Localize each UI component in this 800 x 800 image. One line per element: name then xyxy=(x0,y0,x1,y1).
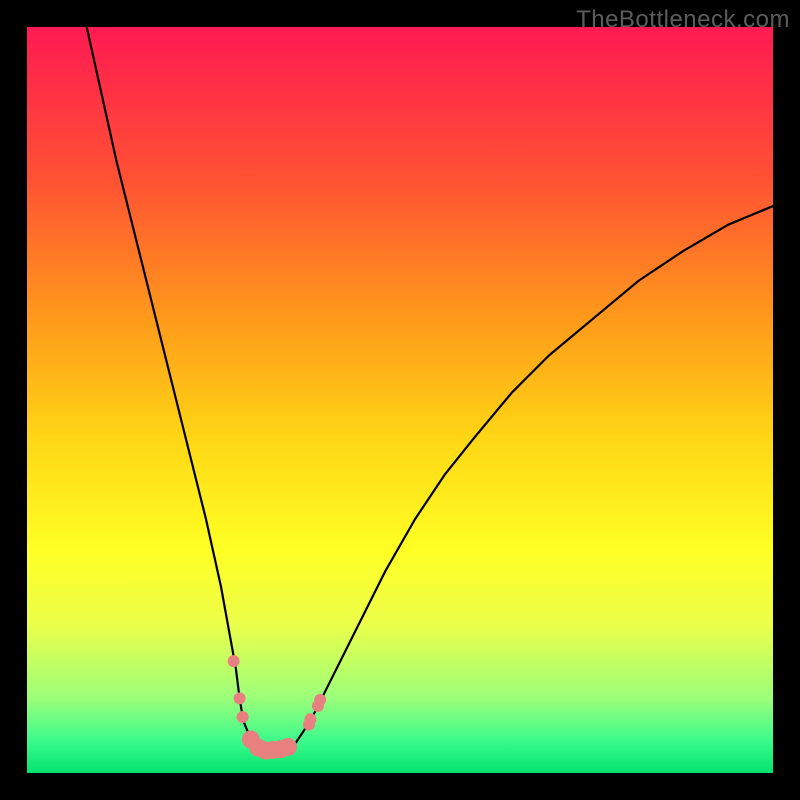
curve-marker xyxy=(237,711,249,723)
curve-marker xyxy=(228,655,240,667)
curve-marker xyxy=(234,692,246,704)
chart-plot xyxy=(27,27,773,773)
curve-marker xyxy=(314,694,326,706)
chart-frame: TheBottleneck.com xyxy=(0,0,800,800)
chart-background xyxy=(27,27,773,773)
curve-marker xyxy=(279,738,297,756)
curve-marker xyxy=(304,713,316,725)
chart-svg xyxy=(27,27,773,773)
